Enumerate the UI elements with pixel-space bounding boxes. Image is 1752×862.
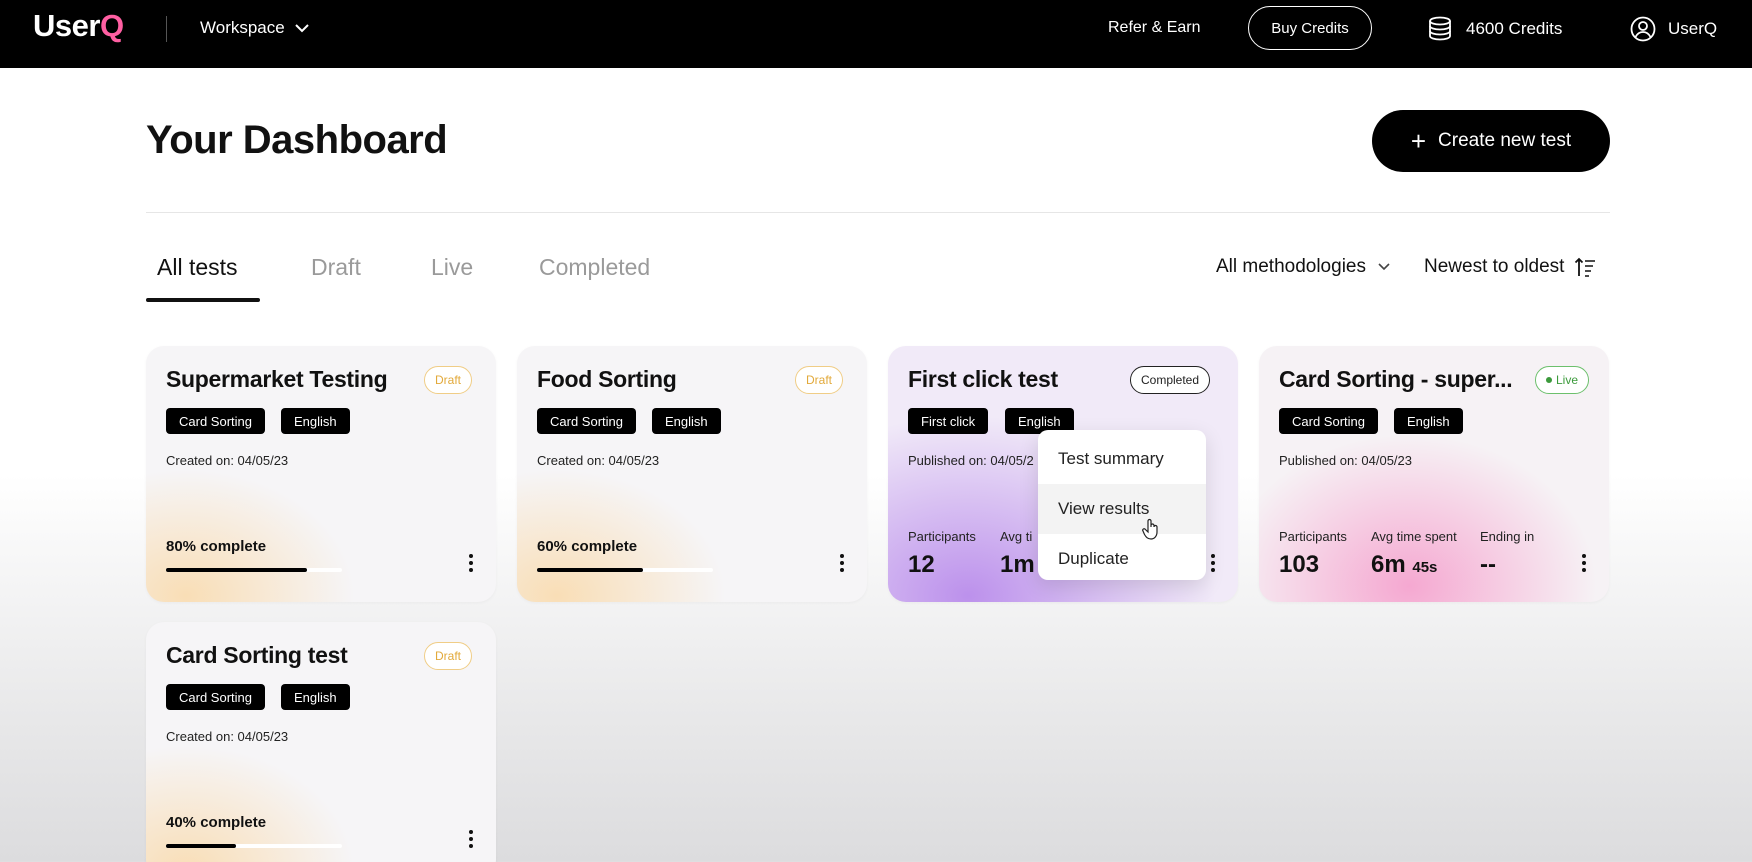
user-circle-icon	[1630, 16, 1656, 42]
create-button-label: Create new test	[1438, 130, 1572, 151]
menu-item-view-results[interactable]: View results	[1038, 484, 1206, 534]
ending-in-label: Ending in	[1480, 529, 1535, 544]
status-badge-draft: Draft	[795, 366, 844, 394]
live-dot-icon	[1546, 377, 1552, 383]
card-title: Card Sorting test	[166, 642, 348, 668]
language-tag: English	[1394, 408, 1463, 434]
logo-text: User	[33, 8, 100, 43]
hand-pointer-icon	[1142, 518, 1158, 540]
avg-time-seconds: 45s	[1412, 559, 1438, 576]
progress-label: 60% complete	[537, 538, 638, 555]
tab-completed[interactable]: Completed	[539, 254, 650, 281]
refer-earn-link[interactable]: Refer & Earn	[1108, 19, 1200, 37]
methodology-tag: Card Sorting	[1279, 408, 1378, 434]
header-divider	[146, 212, 1610, 213]
workspace-label: Workspace	[200, 18, 285, 37]
menu-item-duplicate[interactable]: Duplicate	[1038, 534, 1206, 584]
kebab-menu-icon[interactable]	[1581, 554, 1587, 572]
progress-fill	[166, 844, 237, 848]
kebab-menu-icon[interactable]	[468, 830, 474, 848]
status-badge-draft: Draft	[424, 642, 473, 670]
card-title: Card Sorting - super...	[1279, 366, 1513, 392]
test-card-card-sorting-test[interactable]: Card Sorting test Draft Card Sorting Eng…	[146, 622, 496, 862]
credits-balance[interactable]: 4600 Credits	[1428, 16, 1562, 42]
userq-logo[interactable]: UserQ	[33, 8, 124, 44]
account-label: UserQ	[1668, 19, 1718, 38]
progress-fill	[537, 568, 643, 572]
status-label: Live	[1556, 373, 1579, 387]
avg-time-label: Avg time spent	[1371, 529, 1457, 544]
methodology-tag: First click	[908, 408, 989, 434]
language-tag: English	[281, 684, 350, 710]
progress-label: 80% complete	[166, 538, 267, 555]
create-new-test-button[interactable]: + Create new test	[1372, 110, 1610, 172]
card-title: Supermarket Testing	[166, 366, 388, 392]
kebab-menu-icon[interactable]	[1210, 554, 1216, 572]
card-title: Food Sorting	[537, 366, 677, 392]
progress-bar	[166, 844, 342, 848]
status-badge-draft: Draft	[424, 366, 473, 394]
test-card-card-sorting-super[interactable]: Card Sorting - super... Live Card Sortin…	[1259, 346, 1609, 602]
language-tag: English	[281, 408, 350, 434]
kebab-menu-icon[interactable]	[839, 554, 845, 572]
active-tab-indicator	[146, 298, 260, 302]
coin-stack-icon	[1429, 16, 1451, 41]
tab-live[interactable]: Live	[431, 254, 473, 281]
participants-label: Participants	[908, 529, 976, 544]
progress-label: 40% complete	[166, 814, 267, 831]
language-tag: English	[652, 408, 721, 434]
credits-label: 4600 Credits	[1466, 19, 1563, 38]
tab-draft[interactable]: Draft	[311, 254, 361, 281]
test-card-supermarket-testing[interactable]: Supermarket Testing Draft Card Sorting E…	[146, 346, 496, 602]
methodology-filter-label: All methodologies	[1216, 256, 1366, 277]
published-date: Published on: 04/05/23	[1279, 453, 1412, 468]
kebab-menu-icon[interactable]	[468, 554, 474, 572]
status-badge-completed: Completed	[1130, 366, 1211, 394]
card-title: First click test	[908, 366, 1058, 392]
sort-label: Newest to oldest	[1424, 256, 1565, 277]
tab-all-tests[interactable]: All tests	[157, 254, 238, 281]
sort-icon	[1575, 257, 1596, 277]
topbar-divider	[166, 16, 167, 42]
account-menu[interactable]: UserQ	[1630, 16, 1717, 42]
methodology-tag: Card Sorting	[166, 408, 265, 434]
card-context-menu: Test summary View results Duplicate	[1038, 430, 1206, 580]
avg-time-value: 1m	[1000, 551, 1035, 578]
created-date: Created on: 04/05/23	[537, 453, 660, 468]
progress-bar	[537, 568, 713, 572]
participants-value: 12	[908, 551, 935, 578]
methodology-tag: Card Sorting	[166, 684, 265, 710]
workspace-dropdown[interactable]: Workspace	[200, 18, 309, 38]
progress-bar	[166, 568, 342, 572]
methodology-tag: Card Sorting	[537, 408, 636, 434]
page-title: Your Dashboard	[146, 118, 448, 162]
participants-label: Participants	[1279, 529, 1347, 544]
test-card-food-sorting[interactable]: Food Sorting Draft Card Sorting English …	[517, 346, 867, 602]
progress-fill	[166, 568, 307, 572]
menu-item-test-summary[interactable]: Test summary	[1038, 434, 1206, 484]
sort-dropdown[interactable]: Newest to oldest	[1424, 256, 1596, 278]
top-navigation-bar: UserQ Workspace Refer & Earn Buy Credits…	[0, 0, 1752, 68]
chevron-down-icon	[295, 23, 309, 32]
published-date: Published on: 04/05/2	[908, 453, 1034, 468]
avg-time-value: 6m 45s	[1371, 551, 1437, 579]
status-badge-live: Live	[1535, 366, 1590, 394]
buy-credits-button[interactable]: Buy Credits	[1248, 6, 1372, 50]
methodology-filter-dropdown[interactable]: All methodologies	[1216, 256, 1390, 278]
avg-time-minutes: 6m	[1371, 551, 1406, 578]
plus-icon: +	[1410, 126, 1427, 156]
participants-value: 103	[1279, 551, 1320, 578]
avg-time-label: Avg ti	[1000, 529, 1033, 544]
chevron-down-icon	[1378, 263, 1390, 271]
created-date: Created on: 04/05/23	[166, 453, 289, 468]
logo-accent: Q	[99, 8, 124, 43]
ending-in-value: --	[1480, 551, 1496, 578]
created-date: Created on: 04/05/23	[166, 729, 289, 744]
